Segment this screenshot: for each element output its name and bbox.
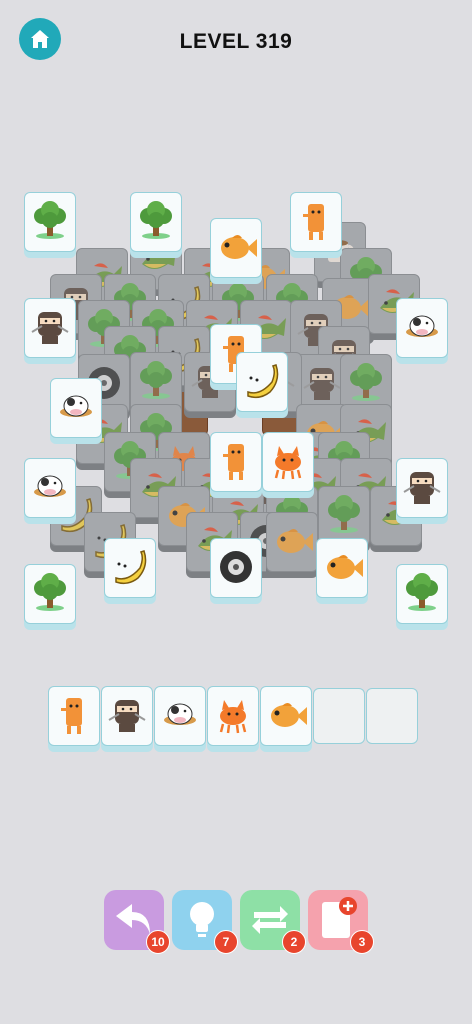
- tree-tile[interactable]: [24, 192, 76, 252]
- banana-tile[interactable]: [236, 352, 288, 412]
- tile-tray: [48, 684, 424, 748]
- fish-tile: [266, 512, 318, 572]
- hint-count-badge: 7: [214, 930, 238, 954]
- tray-empty-slot: [366, 688, 418, 744]
- stick-creature-icon: [223, 444, 244, 480]
- banana-icon: [247, 364, 279, 399]
- ninja-icon: [303, 368, 341, 400]
- tire-icon: [220, 551, 252, 583]
- ninja-icon: [403, 472, 441, 504]
- undo-count-badge: 10: [146, 930, 170, 954]
- ninja-tile[interactable]: [396, 458, 448, 518]
- stick-creature-tile[interactable]: [290, 192, 342, 252]
- ninja-tile[interactable]: [24, 298, 76, 358]
- cow-icon: [406, 315, 438, 337]
- tree-tile: [130, 352, 182, 412]
- add-slot-booster-button[interactable]: 3: [308, 890, 374, 954]
- tree-tile[interactable]: [130, 192, 182, 252]
- tray-empty-slot: [313, 688, 365, 744]
- fish-tile[interactable]: [210, 218, 262, 278]
- tree-tile[interactable]: [24, 564, 76, 624]
- tree-icon: [328, 495, 360, 533]
- cow-icon: [60, 395, 92, 417]
- cow-tile[interactable]: [50, 378, 102, 438]
- fish-icon: [221, 235, 257, 259]
- undo-booster-button[interactable]: 10: [104, 890, 170, 954]
- tray-stick-creature-tile: [48, 686, 100, 746]
- shuffle-booster-button[interactable]: 2: [240, 890, 306, 954]
- tray-cat-tile: [207, 686, 259, 746]
- shuffle-count-badge: 2: [282, 930, 306, 954]
- tree-icon: [34, 201, 66, 239]
- tree-icon: [140, 361, 172, 399]
- fish-icon: [271, 703, 307, 727]
- cow-icon: [34, 475, 66, 497]
- banana-tile[interactable]: [104, 538, 156, 598]
- tree-icon: [34, 573, 66, 611]
- tray-cow-tile: [154, 686, 206, 746]
- cow-icon: [164, 703, 196, 725]
- tray-fish-tile: [260, 686, 312, 746]
- tree-icon: [406, 573, 438, 611]
- tray-ninja-tile: [101, 686, 153, 746]
- tire-tile[interactable]: [210, 538, 262, 598]
- tree-icon: [350, 363, 382, 401]
- ninja-icon: [31, 312, 69, 344]
- cow-tile[interactable]: [24, 458, 76, 518]
- banana-icon: [115, 550, 147, 585]
- fish-tile[interactable]: [316, 538, 368, 598]
- fish-icon: [327, 555, 363, 579]
- stick-creature-tile[interactable]: [210, 432, 262, 492]
- cat-icon: [219, 700, 247, 734]
- hint-booster-button[interactable]: 7: [172, 890, 238, 954]
- tree-icon: [140, 201, 172, 239]
- ninja-icon: [108, 700, 146, 732]
- tree-tile: [318, 486, 370, 546]
- cow-tile[interactable]: [396, 298, 448, 358]
- stick-creature-icon: [61, 698, 82, 734]
- stick-creature-icon: [303, 204, 324, 240]
- add-slot-count-badge: 3: [350, 930, 374, 954]
- cat-tile[interactable]: [262, 432, 314, 492]
- tile-board: [0, 0, 472, 660]
- fish-icon: [277, 529, 313, 553]
- cat-icon: [274, 446, 302, 480]
- tree-tile[interactable]: [396, 564, 448, 624]
